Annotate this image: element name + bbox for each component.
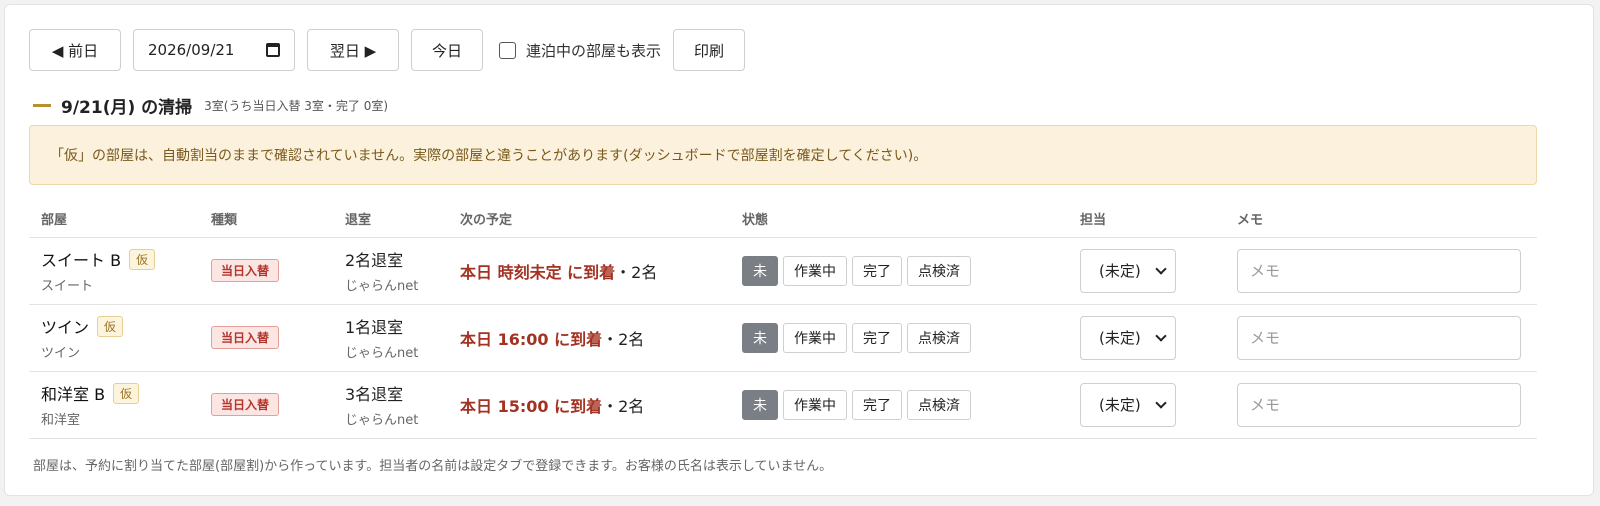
chevron-down-icon	[1155, 396, 1167, 409]
title-accent-dash	[33, 104, 51, 107]
status-inspected-button[interactable]: 点検済	[907, 389, 971, 420]
same-day-turnover-badge: 当日入替	[211, 326, 280, 349]
header-room: 部屋	[29, 201, 199, 238]
status-pending-button[interactable]: 未	[742, 322, 778, 353]
calendar-icon[interactable]	[266, 43, 280, 57]
staff-value: (未定)	[1099, 396, 1141, 414]
room-name: 和洋室 B 仮	[41, 381, 187, 405]
table-row: ツイン 仮 ツイン 当日入替 1名退室 じゃらんnet 本日 16:00 に到着…	[29, 304, 1537, 372]
checkout-count: 1名退室	[345, 318, 404, 337]
show-continuing-checkbox[interactable]	[499, 41, 516, 59]
arrival-guests: ・2名	[602, 329, 645, 349]
toolbar: ◀ 前日 2026/09/21 翌日 ▶ 今日 連泊中の部屋も表示 印刷	[29, 29, 746, 71]
status-buttons: 未 作業中 完了 点検済	[742, 255, 1056, 286]
status-inspected-button[interactable]: 点検済	[907, 255, 971, 286]
chevron-down-icon	[1155, 262, 1167, 275]
table-header-row: 部屋 種類 退室 次の予定 状態 担当 メモ	[29, 201, 1537, 238]
next-day-button[interactable]: 翌日 ▶	[307, 29, 399, 71]
provisional-badge: 仮	[113, 382, 140, 404]
room-name: スイート B 仮	[41, 247, 187, 271]
staff-select[interactable]: (未定)	[1080, 315, 1176, 360]
section-summary: 3室(うち当日入替 3室・完了 0室)	[204, 99, 389, 113]
prev-day-label: ◀ 前日	[51, 41, 99, 60]
same-day-turnover-badge: 当日入替	[211, 259, 280, 282]
status-buttons: 未 作業中 完了 点検済	[742, 389, 1056, 420]
status-pending-button[interactable]: 未	[742, 255, 778, 286]
room-label: ツイン	[41, 318, 90, 337]
booking-source: じゃらんnet	[345, 413, 419, 428]
staff-select[interactable]: (未定)	[1080, 382, 1176, 427]
arrival-time: 本日 時刻未定 に到着	[460, 262, 616, 282]
today-button[interactable]: 今日	[411, 29, 483, 71]
main-panel: ◀ 前日 2026/09/21 翌日 ▶ 今日 連泊中の部屋も表示 印刷 9/2…	[4, 4, 1594, 496]
notice-text: 「仮」の部屋は、自動割当のままで確認されていません。実際の部屋と違うことがありま…	[50, 148, 928, 164]
status-buttons: 未 作業中 完了 点検済	[742, 322, 1056, 353]
room-name: ツイン 仮	[41, 314, 187, 338]
cleaning-table: 部屋 種類 退室 次の予定 状態 担当 メモ スイート B 仮 スイート 当日入…	[29, 201, 1537, 439]
memo-input[interactable]	[1237, 248, 1521, 293]
memo-input[interactable]	[1237, 315, 1521, 360]
date-value: 2026/09/21	[148, 41, 235, 59]
room-type: ツイン	[41, 346, 81, 361]
staff-value: (未定)	[1099, 329, 1141, 347]
header-status: 状態	[730, 201, 1068, 238]
memo-input[interactable]	[1237, 382, 1521, 427]
provisional-notice: 「仮」の部屋は、自動割当のままで確認されていません。実際の部屋と違うことがありま…	[29, 125, 1537, 185]
next-day-label: 翌日 ▶	[329, 41, 377, 60]
arrival-time: 本日 16:00 に到着	[460, 329, 603, 349]
today-label: 今日	[431, 41, 462, 60]
header-checkout: 退室	[333, 201, 448, 238]
print-button[interactable]: 印刷	[673, 29, 746, 71]
status-in-progress-button[interactable]: 作業中	[783, 255, 847, 286]
status-done-button[interactable]: 完了	[852, 322, 902, 353]
show-continuing-toggle[interactable]: 連泊中の部屋も表示	[499, 40, 661, 61]
status-inspected-button[interactable]: 点検済	[907, 322, 971, 353]
arrival-guests: ・2名	[615, 262, 658, 282]
arrival-time: 本日 15:00 に到着	[460, 396, 603, 416]
header-staff: 担当	[1068, 201, 1225, 238]
section-header: 9/21(月) の清掃 3室(うち当日入替 3室・完了 0室)	[33, 93, 388, 118]
footnote: 部屋は、予約に割り当てた部屋(部屋割)から作っています。担当者の名前は設定タブで…	[33, 459, 833, 474]
section-title: 9/21(月) の清掃	[61, 98, 193, 118]
print-label: 印刷	[694, 41, 725, 60]
status-done-button[interactable]: 完了	[852, 389, 902, 420]
status-done-button[interactable]: 完了	[852, 255, 902, 286]
date-input[interactable]: 2026/09/21	[133, 29, 295, 71]
status-pending-button[interactable]: 未	[742, 389, 778, 420]
prev-day-button[interactable]: ◀ 前日	[29, 29, 121, 71]
same-day-turnover-badge: 当日入替	[211, 393, 280, 416]
status-in-progress-button[interactable]: 作業中	[783, 322, 847, 353]
room-label: 和洋室 B	[41, 385, 106, 404]
checkout-count: 2名退室	[345, 251, 404, 270]
header-type: 種類	[199, 201, 333, 238]
provisional-badge: 仮	[129, 248, 156, 270]
show-continuing-label: 連泊中の部屋も表示	[526, 41, 662, 60]
room-type: 和洋室	[41, 413, 81, 428]
provisional-badge: 仮	[97, 315, 124, 337]
booking-source: じゃらんnet	[345, 346, 419, 361]
arrival-guests: ・2名	[602, 396, 645, 416]
staff-value: (未定)	[1099, 262, 1141, 280]
booking-source: じゃらんnet	[345, 279, 419, 294]
status-in-progress-button[interactable]: 作業中	[783, 389, 847, 420]
table-row: 和洋室 B 仮 和洋室 当日入替 3名退室 じゃらんnet 本日 15:00 に…	[29, 371, 1537, 439]
room-type: スイート	[41, 279, 94, 294]
header-next-plan: 次の予定	[448, 201, 730, 238]
table-row: スイート B 仮 スイート 当日入替 2名退室 じゃらんnet 本日 時刻未定 …	[29, 237, 1537, 305]
header-memo: メモ	[1225, 201, 1537, 238]
staff-select[interactable]: (未定)	[1080, 248, 1176, 293]
checkout-count: 3名退室	[345, 385, 404, 404]
room-label: スイート B	[41, 251, 122, 270]
chevron-down-icon	[1155, 329, 1167, 342]
